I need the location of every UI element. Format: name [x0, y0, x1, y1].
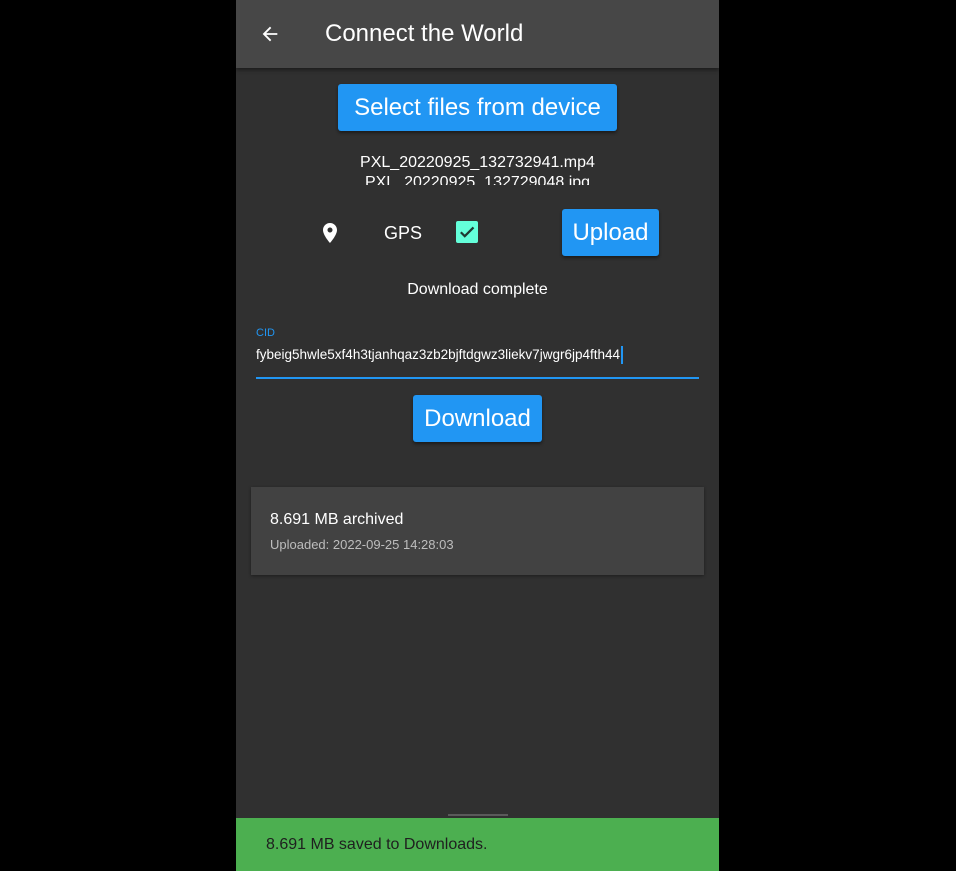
cid-input-value: fybeig5hwle5xf4h3tjanhqaz3zb2bjftdgwz3li… — [256, 346, 623, 364]
snackbar-message: 8.691 MB saved to Downloads. — [266, 836, 488, 853]
download-button[interactable]: Download — [413, 395, 542, 442]
app-screen: Connect the World Select files from devi… — [236, 0, 719, 871]
arrow-back-icon — [262, 26, 278, 42]
archive-list-item[interactable]: 8.691 MB archived Uploaded: 2022-09-25 1… — [251, 487, 704, 575]
cid-field-label: CID — [256, 327, 275, 339]
select-files-button[interactable]: Select files from device — [338, 84, 617, 131]
page-title: Connect the World — [325, 20, 524, 47]
app-bar: Connect the World — [236, 0, 719, 68]
selected-file-item: PXL_20220925_132729048.jpg — [364, 174, 591, 185]
status-message: Download complete — [407, 281, 548, 298]
scroll-indicator — [448, 814, 508, 816]
back-button[interactable] — [254, 18, 286, 50]
gps-checkbox[interactable] — [456, 221, 478, 243]
selected-file-item: PXL_20220925_132732941.mp4 — [360, 154, 595, 171]
archive-title: 8.691 MB archived — [270, 511, 404, 528]
snackbar: 8.691 MB saved to Downloads. — [236, 818, 719, 871]
gps-label: GPS — [384, 223, 423, 243]
upload-button[interactable]: Upload — [562, 209, 659, 256]
checkmark-icon — [460, 226, 475, 238]
location-pin-icon — [323, 223, 337, 243]
cid-input[interactable]: fybeig5hwle5xf4h3tjanhqaz3zb2bjftdgwz3li… — [256, 343, 699, 379]
selected-files-list: PXL_20220925_132732941.mp4 PXL_20220925_… — [236, 153, 719, 185]
archive-upload-time: Uploaded: 2022-09-25 14:28:03 — [270, 537, 454, 552]
